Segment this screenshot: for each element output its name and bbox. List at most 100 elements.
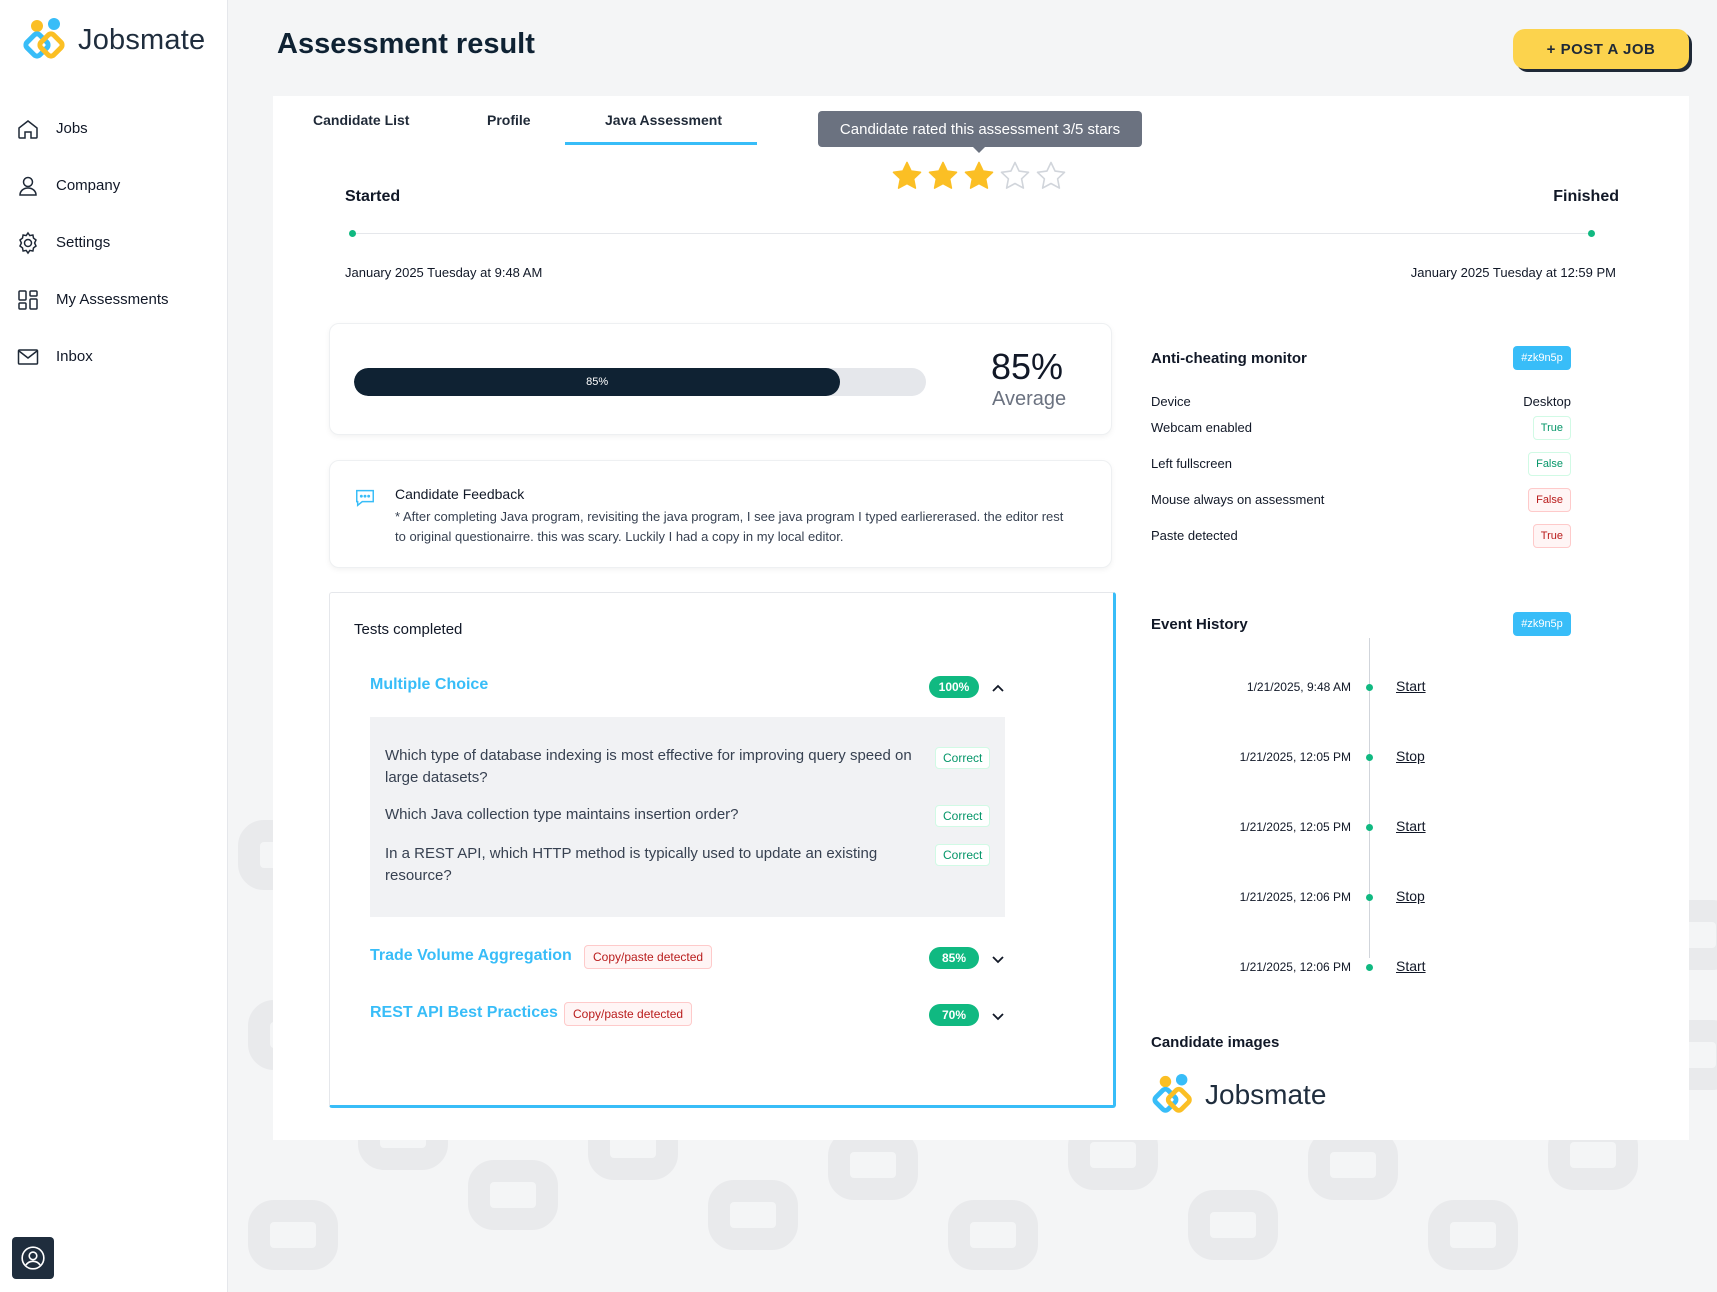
timeline-end-label: Finished xyxy=(1553,188,1619,205)
feedback-text: * After completing Java program, revisit… xyxy=(395,509,1064,544)
sidebar-item-company[interactable]: Company xyxy=(0,157,228,214)
test-row-rest-api-best-practices[interactable]: REST API Best Practices Copy/paste detec… xyxy=(370,1000,1070,1030)
status-badge: False xyxy=(1528,452,1571,476)
question-text: In a REST API, which HTTP method is typi… xyxy=(385,845,878,884)
chevron-up-icon[interactable] xyxy=(988,678,1008,698)
timeline-line xyxy=(351,233,1591,234)
row-value: Desktop xyxy=(1523,394,1571,409)
chevron-down-icon[interactable] xyxy=(988,1006,1008,1026)
question-text: Which type of database indexing is most … xyxy=(385,747,912,786)
event-dot xyxy=(1366,824,1373,831)
sidebar-item-label: Inbox xyxy=(56,348,93,365)
anti-cheating-id-badge: #zk9n5p xyxy=(1513,346,1571,370)
sidebar-item-label: Company xyxy=(56,177,121,194)
correct-badge: Correct xyxy=(935,747,991,769)
timeline-start-label: Started xyxy=(345,188,401,205)
sidebar-item-jobs[interactable]: Jobs xyxy=(0,100,228,157)
tab-profile[interactable]: Profile xyxy=(487,112,531,128)
star-empty-icon xyxy=(1036,161,1066,189)
event-action-link[interactable]: Start xyxy=(1396,818,1426,834)
test-row-multiple-choice[interactable]: Multiple Choice 100% xyxy=(370,672,1070,702)
timeline-start-dot xyxy=(349,230,356,237)
candidate-images-title: Candidate images xyxy=(1151,1034,1280,1051)
status-badge: True xyxy=(1532,524,1571,548)
row-label: Device xyxy=(1151,394,1191,409)
event-action-link[interactable]: Start xyxy=(1396,958,1426,974)
star-rating xyxy=(891,160,1067,192)
event-row: 1/21/2025, 12:05 PM Stop xyxy=(1151,748,1451,768)
user-account-button[interactable] xyxy=(12,1237,54,1279)
test-name[interactable]: REST API Best Practices xyxy=(370,1004,558,1022)
event-dot xyxy=(1366,894,1373,901)
event-row: 1/21/2025, 12:05 PM Start xyxy=(1151,818,1451,838)
average-score-card: 85% 85% Average xyxy=(329,323,1112,435)
event-time: 1/21/2025, 12:05 PM xyxy=(1239,750,1351,764)
timeline-end-date: January 2025 Tuesday at 12:59 PM xyxy=(1410,265,1616,280)
anti-cheating-row-mouse: Mouse always on assessment False xyxy=(1151,488,1571,514)
event-history-id-badge: #zk9n5p xyxy=(1513,612,1571,636)
score-progress-bar: 85% xyxy=(354,368,926,396)
row-label: Paste detected xyxy=(1151,528,1238,543)
tests-title: Tests completed xyxy=(354,621,463,638)
feedback-title: Candidate Feedback xyxy=(395,486,525,502)
sidebar-item-inbox[interactable]: Inbox xyxy=(0,328,228,385)
anti-cheating-title: Anti-cheating monitor xyxy=(1151,350,1307,367)
test-name[interactable]: Trade Volume Aggregation xyxy=(370,947,572,965)
candidate-image-logo-text: Jobsmate xyxy=(1205,1079,1327,1110)
row-label: Mouse always on assessment xyxy=(1151,492,1325,507)
sidebar-nav: Jobs Company Settings My Assessments Inb… xyxy=(0,100,228,385)
average-label: Average xyxy=(992,388,1067,410)
chat-bubble-icon xyxy=(356,489,374,507)
chevron-down-icon[interactable] xyxy=(988,949,1008,969)
logo-text: Jobsmate xyxy=(78,23,206,56)
sidebar-item-label: Settings xyxy=(56,234,111,251)
event-action-link[interactable]: Stop xyxy=(1396,888,1425,904)
tab-java-assessment[interactable]: Java Assessment xyxy=(605,112,722,128)
event-time: 1/21/2025, 12:05 PM xyxy=(1239,820,1351,834)
sidebar-item-settings[interactable]: Settings xyxy=(0,214,228,271)
sidebar-item-my-assessments[interactable]: My Assessments xyxy=(0,271,228,328)
event-row: 1/21/2025, 9:48 AM Start xyxy=(1151,678,1451,698)
score-badge: 100% xyxy=(929,676,979,698)
event-action-link[interactable]: Start xyxy=(1396,678,1426,694)
row-label: Webcam enabled xyxy=(1151,420,1252,435)
timeline-start-date: January 2025 Tuesday at 9:48 AM xyxy=(345,265,543,280)
sidebar-item-label: My Assessments xyxy=(56,291,169,308)
tab-candidate-list[interactable]: Candidate List xyxy=(313,112,409,128)
event-action-link[interactable]: Stop xyxy=(1396,748,1425,764)
copy-paste-warning-badge: Copy/paste detected xyxy=(584,945,713,969)
event-history-title: Event History xyxy=(1151,616,1248,633)
user-circle-icon xyxy=(21,1246,45,1270)
star-filled-icon xyxy=(928,161,958,189)
anti-cheating-row-webcam: Webcam enabled True xyxy=(1151,416,1571,442)
app-logo[interactable]: Jobsmate xyxy=(22,18,205,62)
star-empty-icon xyxy=(1000,161,1030,189)
post-job-button[interactable]: + POST A JOB xyxy=(1513,29,1689,69)
event-time: 1/21/2025, 12:06 PM xyxy=(1239,890,1351,904)
star-filled-icon xyxy=(892,161,922,189)
grid-icon xyxy=(16,288,40,312)
gear-icon xyxy=(16,231,40,255)
question-text: Which Java collection type maintains ins… xyxy=(385,806,739,823)
score-progress-fill: 85% xyxy=(354,368,841,396)
status-badge: True xyxy=(1532,416,1571,440)
sidebar-item-label: Jobs xyxy=(56,120,88,137)
score-badge: 85% xyxy=(929,947,979,969)
user-icon xyxy=(16,174,40,198)
test-name[interactable]: Multiple Choice xyxy=(370,676,488,694)
active-tab-indicator xyxy=(565,142,757,145)
candidate-feedback-card: Candidate Feedback * After completing Ja… xyxy=(329,460,1112,568)
test-row-trade-volume-aggregation[interactable]: Trade Volume Aggregation Copy/paste dete… xyxy=(370,943,1070,973)
event-dot xyxy=(1366,684,1373,691)
correct-badge: Correct xyxy=(935,844,991,866)
copy-paste-warning-badge: Copy/paste detected xyxy=(564,1002,693,1026)
anti-cheating-row-fullscreen: Left fullscreen False xyxy=(1151,452,1571,478)
event-row: 1/21/2025, 12:06 PM Stop xyxy=(1151,888,1451,908)
tests-completed-card: Tests completed Multiple Choice 100% Whi… xyxy=(329,592,1116,1108)
candidate-image[interactable]: Jobsmate xyxy=(1151,1074,1326,1116)
score-badge: 70% xyxy=(929,1004,979,1026)
page-title: Assessment result xyxy=(277,28,535,60)
average-value: 85% xyxy=(991,346,1064,387)
jobsmate-logo-icon xyxy=(1152,1074,1192,1113)
anti-cheating-row-device: Device Desktop xyxy=(1151,390,1571,416)
